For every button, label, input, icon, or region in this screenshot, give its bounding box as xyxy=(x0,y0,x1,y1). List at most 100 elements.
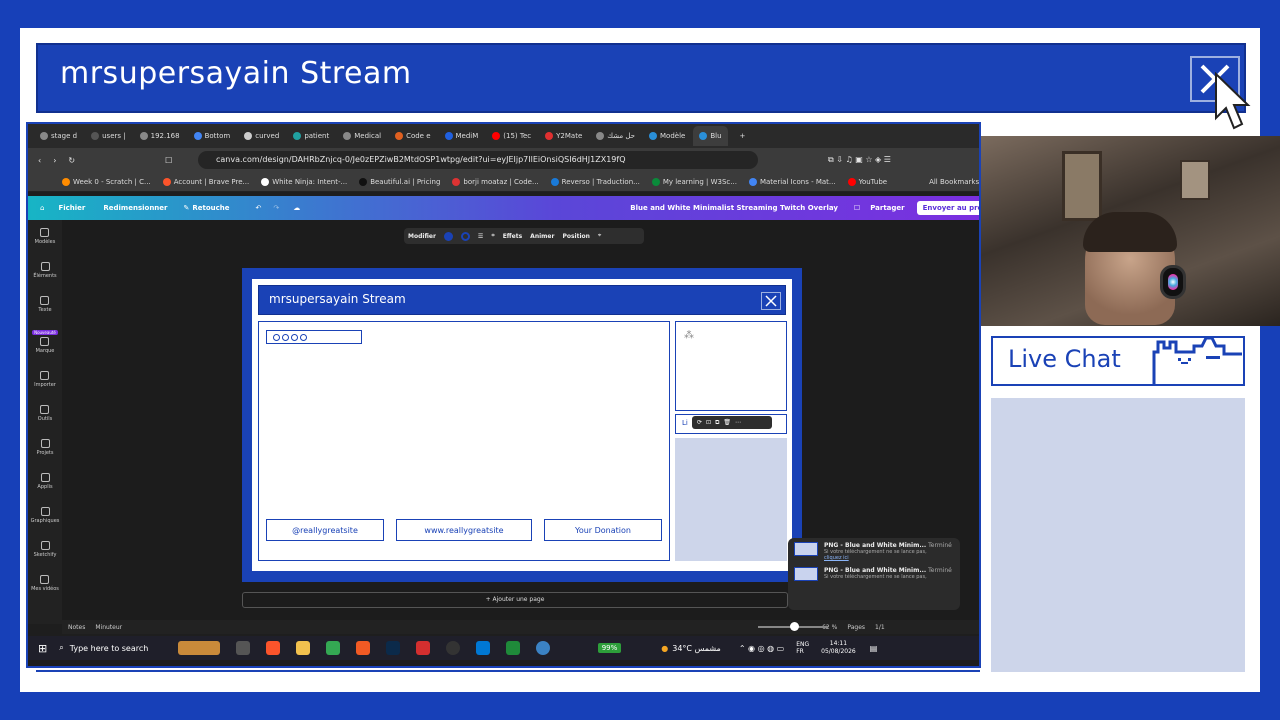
language-indicator[interactable]: ENG FR xyxy=(796,641,809,655)
vscode-icon[interactable] xyxy=(475,641,490,655)
design-social-button[interactable]: @reallygreatsite xyxy=(266,519,384,541)
bookmark-icon[interactable]: ☐ xyxy=(165,156,172,165)
forward-icon[interactable]: › xyxy=(53,156,56,165)
sidebar-item[interactable]: Mes vidéos xyxy=(31,575,59,592)
home-icon[interactable]: ⌂ xyxy=(40,204,44,212)
browser-tab[interactable]: (15) Tec xyxy=(486,126,537,146)
obs-icon[interactable] xyxy=(445,641,460,655)
reload-icon[interactable]: ↻ xyxy=(68,156,75,165)
bookmark-item[interactable]: My learning | W3Sc... xyxy=(651,177,737,186)
copy-icon[interactable]: ⧉ xyxy=(715,419,719,427)
app-icon[interactable] xyxy=(177,641,220,655)
sidebar-item[interactable]: Outils xyxy=(38,405,52,422)
weather-text[interactable]: 34°C مشمس xyxy=(672,644,721,653)
browser-tab[interactable]: patient xyxy=(287,126,335,146)
windows-start-icon[interactable]: ⊞ xyxy=(38,642,47,655)
bookmark-item[interactable]: Reverso | Traduction... xyxy=(550,177,640,186)
more-icon[interactable]: ⋯ xyxy=(735,419,741,426)
bookmark-item[interactable]: YouTube xyxy=(847,177,887,186)
rotate-icon[interactable]: ⟳ xyxy=(697,419,702,426)
send-teacher-button[interactable]: Envoyer au professeur xyxy=(916,201,979,215)
color-swatch[interactable] xyxy=(443,231,453,241)
photoshop-icon[interactable] xyxy=(385,641,400,655)
add-page-button[interactable]: + Ajouter une page xyxy=(242,592,788,608)
border-color-swatch[interactable] xyxy=(460,231,470,241)
back-icon[interactable]: ‹ xyxy=(38,156,41,165)
menu-resize[interactable]: Redimensionner xyxy=(103,204,167,212)
browser-tab[interactable]: curved xyxy=(238,126,285,146)
notes-button[interactable]: Notes xyxy=(68,624,85,631)
notification-icon[interactable]: ▤ xyxy=(870,644,878,653)
all-bookmarks[interactable]: All Bookmarks xyxy=(929,178,979,186)
app-icon[interactable] xyxy=(355,641,370,655)
bookmark-item[interactable]: borji moataz | Code... xyxy=(452,177,539,186)
browser-tab[interactable]: Code e xyxy=(389,126,436,146)
menu-lines-icon[interactable]: ☰ xyxy=(478,233,483,240)
sidebar-item[interactable]: Nouveauté Marque xyxy=(32,330,58,354)
trash-icon[interactable]: 🗑 xyxy=(723,419,731,426)
sidebar-item[interactable]: Applis xyxy=(37,473,53,490)
browser-tab[interactable]: Blu xyxy=(693,126,728,146)
timer-button[interactable]: Minuteur xyxy=(95,624,122,631)
chrome-icon[interactable] xyxy=(535,641,550,655)
browser-tab[interactable]: stage d xyxy=(34,126,83,146)
bookmark-item[interactable]: White Ninja: Intent-... xyxy=(261,177,347,186)
download-item[interactable]: PNG - Blue and White Minim... Terminé Si… xyxy=(794,542,954,561)
share-button[interactable]: Partager xyxy=(870,204,904,212)
menu-file[interactable]: Fichier xyxy=(58,204,85,212)
design-dots-bar[interactable] xyxy=(266,330,362,344)
bookmark-item[interactable]: Account | Brave Pre... xyxy=(162,177,249,186)
browser-tab[interactable]: حل مشك xyxy=(590,126,641,146)
tray-icons[interactable]: ⌃ ◉ ◎ ◍ ▭ xyxy=(739,644,784,653)
browser-tab[interactable]: Bottom xyxy=(188,126,237,146)
brave-icon[interactable] xyxy=(265,641,280,655)
sidebar-item[interactable]: Projets xyxy=(37,439,53,456)
edit-button[interactable]: Modifier xyxy=(408,233,436,240)
sidebar-item[interactable]: Sketchify xyxy=(34,541,56,558)
effects-button[interactable]: Effets xyxy=(503,233,522,240)
sidebar-item[interactable]: Texte xyxy=(38,296,52,313)
lock-icon[interactable]: ⊡ xyxy=(706,419,711,426)
browser-tab[interactable]: 192.168 xyxy=(134,126,186,146)
address-bar[interactable]: canva.com/design/DAHRbZnjcq-0/Je0zEPZiwB… xyxy=(198,151,758,169)
position-button[interactable]: Position xyxy=(562,233,589,240)
new-tab-icon[interactable]: + xyxy=(740,132,746,140)
cloud-icon[interactable]: ☁ xyxy=(293,204,300,212)
design-chat-area[interactable] xyxy=(675,438,787,561)
undo-icon[interactable]: ↶ xyxy=(256,204,262,212)
redo-icon[interactable]: ↷ xyxy=(273,204,279,212)
design-website-button[interactable]: www.reallygreatsite xyxy=(396,519,532,541)
crop-icon[interactable]: ⌗ xyxy=(491,232,494,240)
task-view-icon[interactable] xyxy=(235,641,250,655)
browser-tab[interactable]: MediM xyxy=(439,126,485,146)
bookmark-item[interactable]: Week 0 - Scratch | C... xyxy=(62,177,151,186)
clock[interactable]: 14:11 05/08/2026 xyxy=(821,640,856,656)
app-icon[interactable] xyxy=(325,641,340,655)
app-icon[interactable] xyxy=(415,641,430,655)
design-close-icon[interactable] xyxy=(761,292,781,310)
browser-tab[interactable]: Medical xyxy=(337,126,387,146)
app-icon[interactable] xyxy=(505,641,520,655)
comment-icon[interactable]: ☐ xyxy=(854,204,860,212)
browser-tab[interactable]: Modèle xyxy=(643,126,691,146)
browser-tab[interactable]: users | xyxy=(85,126,132,146)
design-donation-button[interactable]: Your Donation xyxy=(544,519,662,541)
folder-icon[interactable] xyxy=(295,641,310,655)
doc-title[interactable]: Blue and White Minimalist Streaming Twit… xyxy=(630,204,838,212)
menu-retouch[interactable]: Retouche xyxy=(192,204,229,212)
taskbar-search[interactable]: Type here to search xyxy=(70,644,170,653)
download-item[interactable]: PNG - Blue and White Minim... Terminé Si… xyxy=(794,567,954,581)
browser-tab[interactable]: Y2Mate xyxy=(539,126,588,146)
paint-icon[interactable]: ⌖ xyxy=(598,232,601,240)
bookmark-item[interactable]: Beautiful.ai | Pricing xyxy=(359,177,440,186)
sidebar-item[interactable]: Importer xyxy=(34,371,56,388)
sidebar-item[interactable]: Modèles xyxy=(35,228,55,245)
animate-button[interactable]: Animer xyxy=(530,233,554,240)
design-title[interactable]: mrsupersayain Stream xyxy=(269,292,406,306)
sidebar-item[interactable]: Graphiques xyxy=(31,507,59,524)
bookmark-item[interactable]: Material Icons - Mat... xyxy=(748,177,836,186)
sidebar-item[interactable]: Éléments xyxy=(33,262,57,279)
pages-button[interactable]: Pages xyxy=(847,624,865,631)
battery-indicator[interactable]: 99% xyxy=(597,643,622,653)
zoom-slider-handle[interactable] xyxy=(790,622,799,631)
